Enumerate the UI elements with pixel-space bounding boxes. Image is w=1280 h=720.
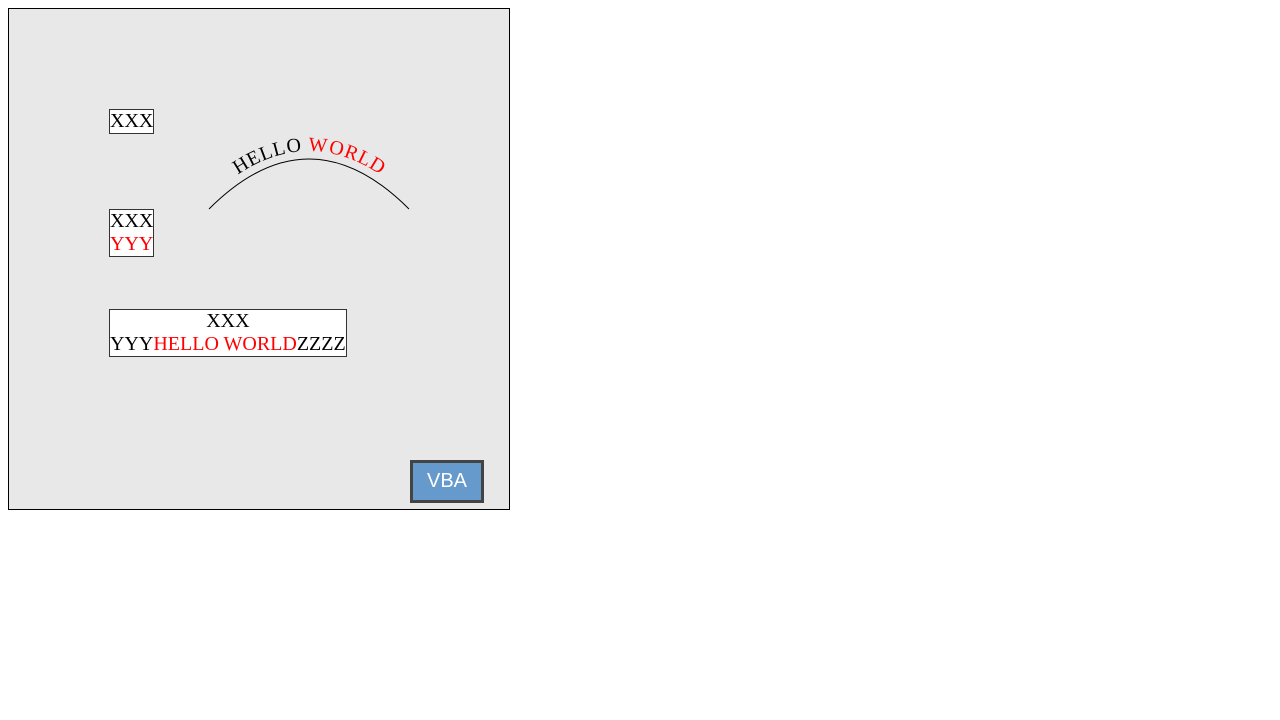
arc-text-part-1: HELLO (229, 134, 307, 179)
arc-text-part-2: WORLD (308, 134, 389, 179)
vba-button[interactable]: VBA (410, 460, 484, 503)
arc-text-shape[interactable]: HELLO WORLD (9, 9, 509, 509)
arc-text: HELLO WORLD (229, 134, 389, 179)
drawing-canvas: XXX XXX YYY XXX YYYHELLO WORLDZZZZ HELLO… (8, 8, 510, 510)
